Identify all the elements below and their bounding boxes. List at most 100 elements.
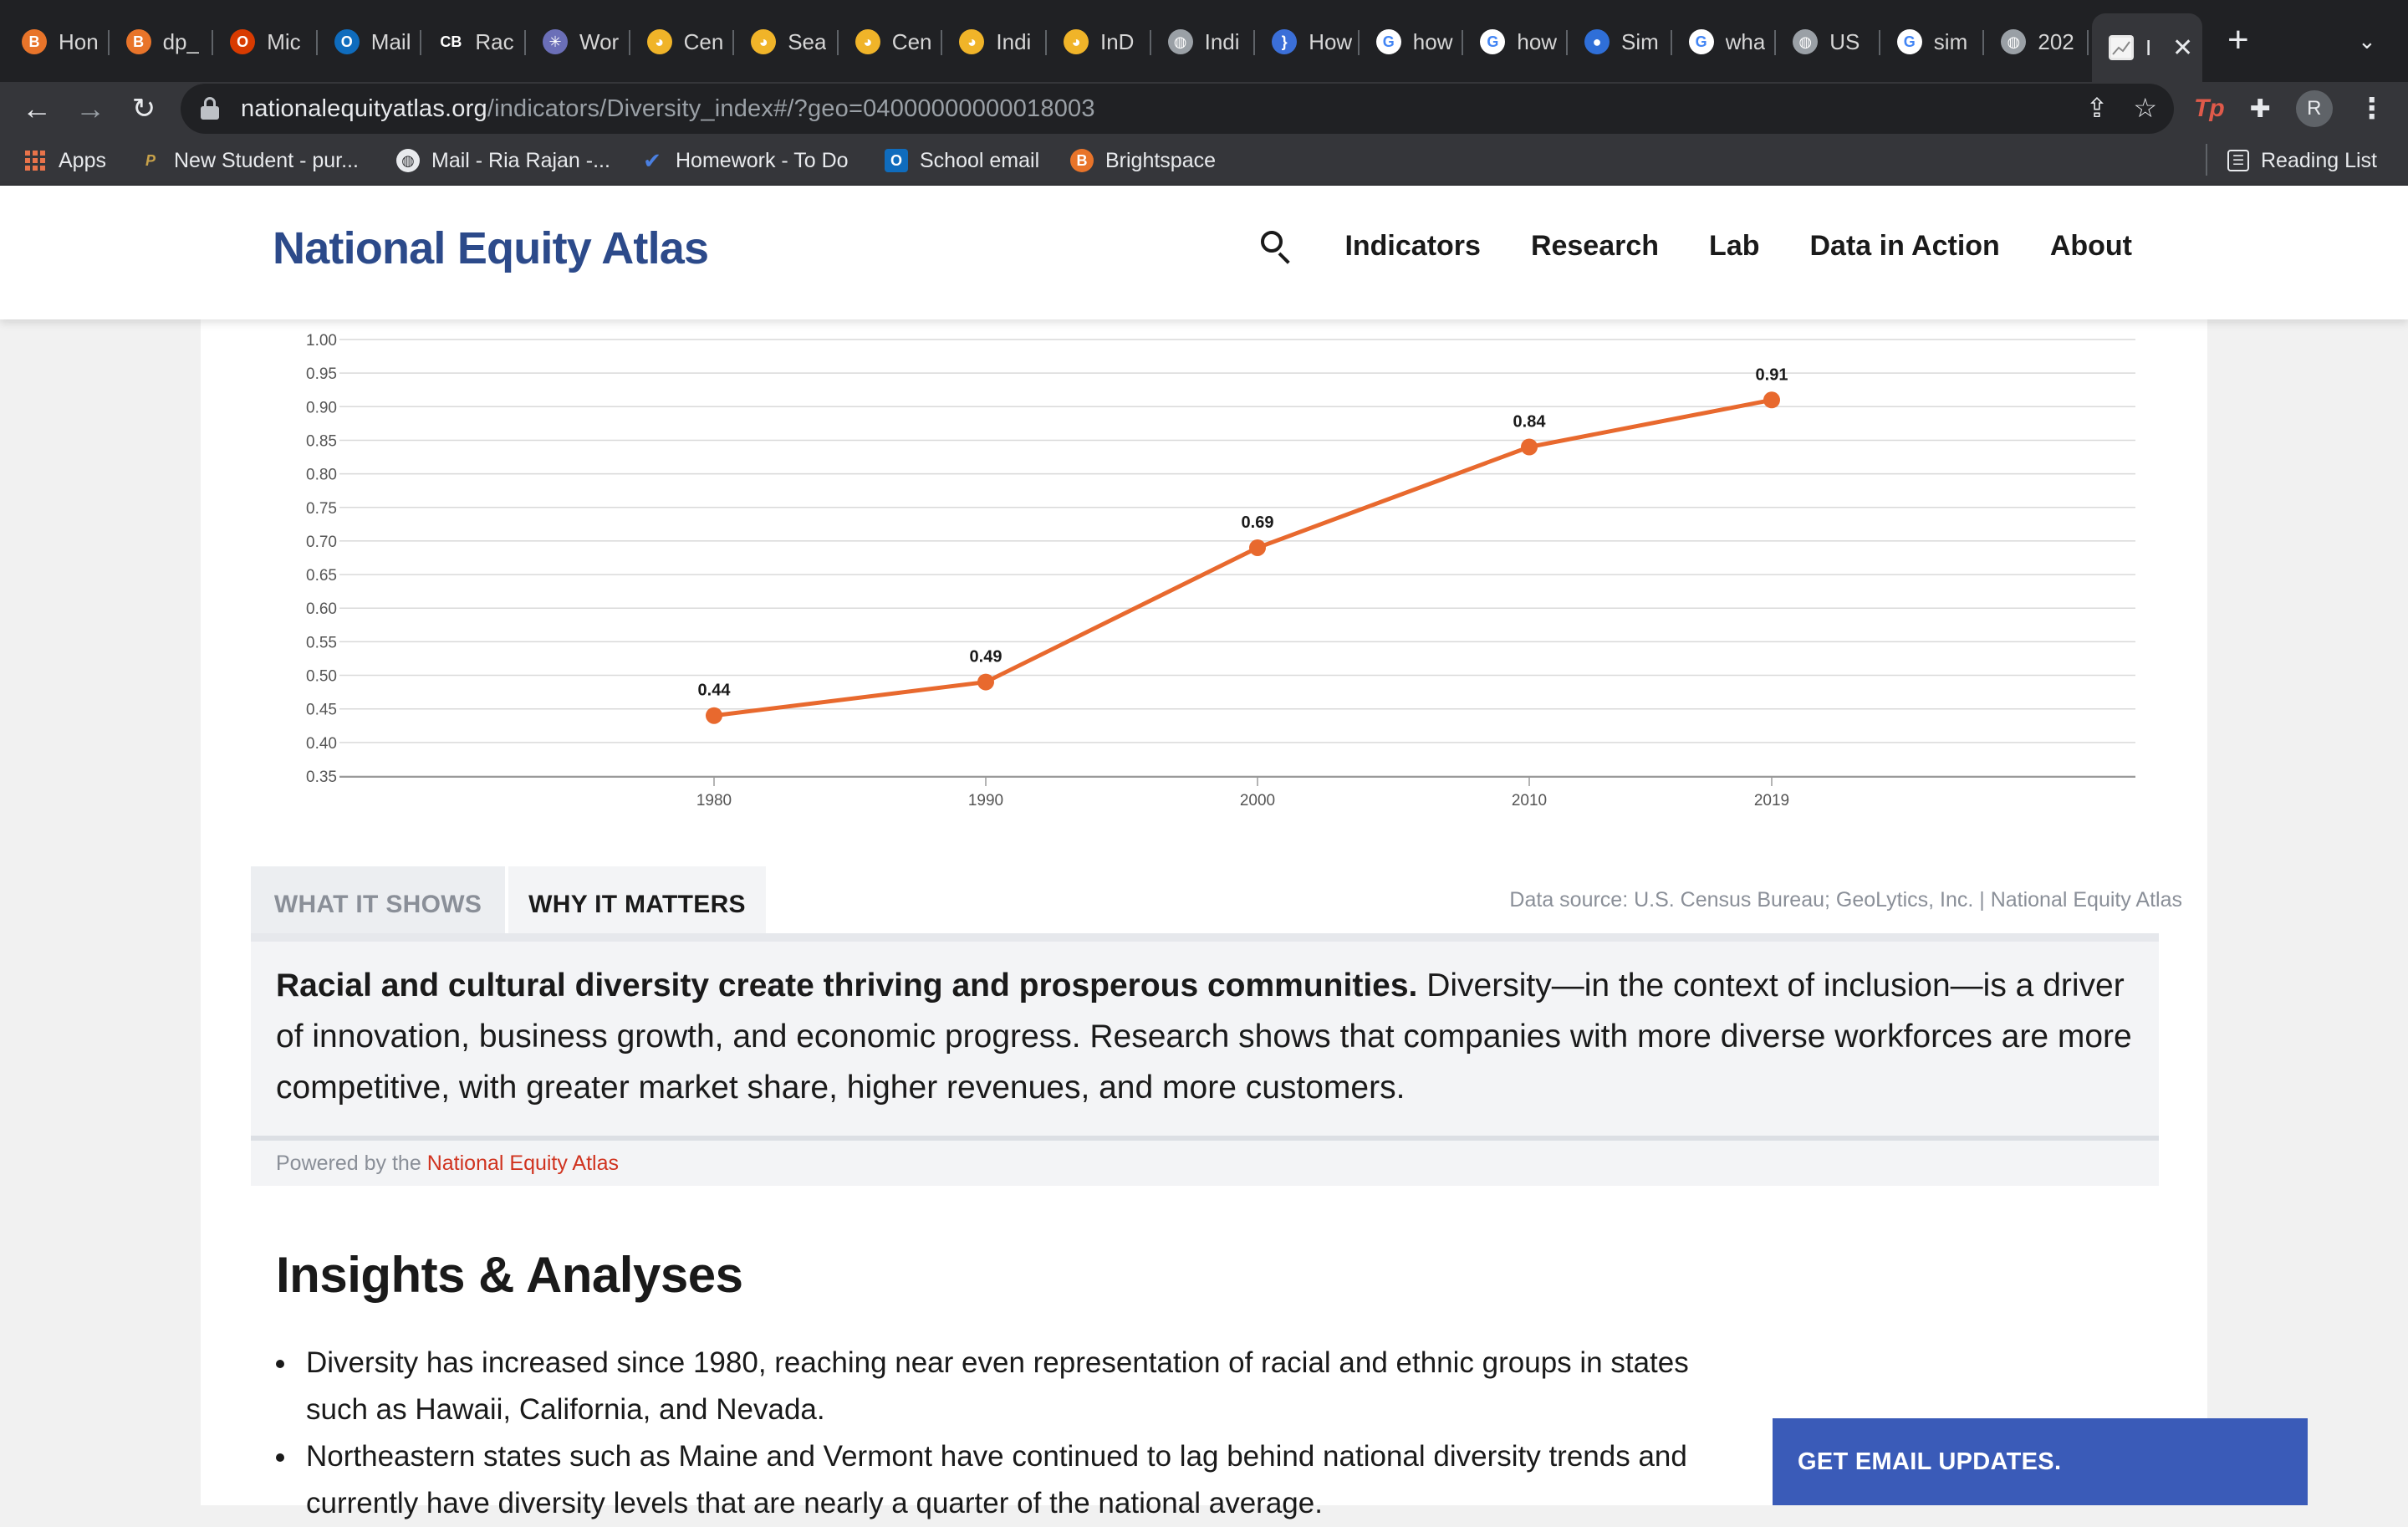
bookmarks-divider (2206, 144, 2207, 176)
google-icon: G (1480, 29, 1506, 54)
tab-what-it-shows[interactable]: WHAT IT SHOWS (251, 866, 505, 943)
active-tab[interactable]: I ✕ (2092, 13, 2202, 82)
close-tab-icon[interactable]: ✕ (2172, 33, 2193, 63)
browser-tab-title: US (1829, 28, 1860, 54)
browser-tab[interactable]: Ghow (1360, 17, 1464, 67)
back-arrow-icon[interactable]: ← (15, 87, 59, 130)
browser-tab[interactable]: CB Rac (421, 17, 526, 67)
bookmark-label: Apps (59, 148, 106, 172)
browser-tab[interactable]: Ghow (1463, 17, 1568, 67)
powered-by-link[interactable]: National Equity Atlas (427, 1152, 619, 1176)
office-icon: O (230, 29, 256, 54)
browser-tab[interactable]: O Mic (213, 17, 318, 67)
insight-item: Northeastern states such as Maine and Ve… (276, 1433, 1714, 1527)
browser-tab-title: how (1517, 28, 1558, 54)
tab-search-chevron-icon[interactable]: ⌄ (2358, 28, 2376, 54)
diversity-index-line-chart: 1.00 0.95 0.90 0.85 0.80 0.75 0.70 0.65 0.60 0.55… (306, 332, 2135, 809)
browser-tab[interactable]: B Hon (5, 17, 110, 67)
address-bar[interactable]: nationalequityatlas.org/indicators/Diver… (181, 84, 2174, 134)
browser-tab[interactable]: ◕ Indi (942, 17, 1047, 67)
browser-tab-title: InD (1100, 28, 1135, 54)
census-icon: ◕ (1064, 29, 1089, 54)
browser-tab-title: Sea (788, 28, 827, 54)
browser-tab[interactable]: Bdp_ (110, 17, 214, 67)
nav-about[interactable]: About (2050, 230, 2132, 263)
browser-tab[interactable]: ◕ Cen (839, 17, 943, 67)
outlook-icon: O (885, 149, 908, 172)
purdue-icon: P (145, 151, 156, 169)
search-icon[interactable] (1259, 229, 1293, 264)
reading-list-button[interactable]: ☰ Reading List (2227, 146, 2377, 176)
y-tick-label: 0.55 (306, 634, 337, 651)
chart-favicon-icon (2109, 35, 2134, 60)
nav-indicators[interactable]: Indicators (1344, 230, 1480, 263)
new-tab-button[interactable]: + (2227, 22, 2249, 59)
bookmark-item[interactable]: ◍ Mail - Ria Rajan -... (396, 146, 610, 176)
active-tab-title: I (2145, 34, 2152, 60)
bookmark-star-icon[interactable]: ☆ (2133, 92, 2157, 124)
extensions-puzzle-icon[interactable]: ✚ (2250, 94, 2271, 124)
nav-lab[interactable]: Lab (1709, 230, 1759, 263)
browser-tab[interactable]: Gwha (1672, 17, 1777, 67)
bookmark-item[interactable]: B Brightspace (1070, 146, 1216, 176)
insight-text: Diversity has increased since 1980, reac… (306, 1346, 1689, 1426)
why-it-matters-panel: Racial and cultural diversity create thr… (251, 942, 2159, 1136)
check-icon: ✔ (643, 147, 661, 173)
browser-tab[interactable]: ◕ Cen (630, 17, 735, 67)
browser-tab[interactable]: ◍ 202 (1984, 17, 2089, 67)
nav-research[interactable]: Research (1531, 230, 1659, 263)
browser-tab-title: Cen (891, 28, 932, 54)
browser-tab[interactable]: ◕ InD (1047, 17, 1151, 67)
tab-why-it-matters[interactable]: WHY IT MATTERS (508, 866, 766, 943)
apps-grid-icon (25, 151, 45, 171)
browser-chrome: B Hon Bdp_ O Mic O Mail CB Rac ✳ Wor ◕ Cen ◕ Sea ◕ Cen ◕ I… (0, 0, 2408, 186)
brightspace-icon: B (125, 29, 151, 54)
bookmark-item[interactable]: P New Student - pur... (139, 146, 359, 176)
browser-tab[interactable]: ✳ Wor (526, 17, 630, 67)
x-tick-label: 1990 (968, 792, 1003, 809)
globe-icon: ◍ (1793, 29, 1819, 54)
share-icon[interactable]: ⇪ (2086, 92, 2109, 124)
site-header: National Equity Atlas Indicators Researc… (0, 186, 2408, 319)
browser-tab[interactable]: ● Sim (1568, 17, 1672, 67)
browser-tab-title: Wor (579, 28, 620, 54)
browser-tab[interactable]: ◕ Sea (734, 17, 839, 67)
powered-by-prefix: Powered by the (276, 1151, 421, 1175)
browser-tab[interactable]: ◍ US (1776, 17, 1880, 67)
globe-icon: ◍ (396, 149, 420, 172)
url-text[interactable]: nationalequityatlas.org/indicators/Diver… (241, 95, 1095, 123)
lock-icon (201, 97, 219, 120)
forward-arrow-icon[interactable]: → (69, 87, 112, 130)
powered-by: Powered by the National Equity Atlas (251, 1141, 2159, 1186)
google-icon: G (1375, 29, 1401, 54)
sparkle-icon: ✳ (543, 29, 568, 54)
site-logo[interactable]: National Equity Atlas (273, 222, 709, 274)
browser-tab[interactable]: } How (1255, 17, 1360, 67)
census-icon: ◕ (959, 29, 985, 54)
reload-icon[interactable]: ↻ (122, 87, 166, 130)
get-email-updates-button[interactable]: GET EMAIL UPDATES. (1773, 1418, 2308, 1505)
browser-tab-title: dp_ (162, 28, 199, 54)
profile-avatar[interactable]: R (2295, 90, 2333, 127)
y-tick-label: 0.65 (306, 567, 337, 585)
browser-tab-title: Indi (996, 28, 1032, 54)
google-icon: G (1688, 29, 1714, 54)
data-point (1249, 539, 1266, 556)
data-label: 0.69 (1242, 513, 1274, 532)
bookmark-item[interactable]: Apps (25, 146, 106, 176)
data-point (977, 673, 994, 691)
browser-tab-title: How (1309, 28, 1353, 54)
y-tick-label: 0.45 (306, 702, 337, 719)
nav-data-in-action[interactable]: Data in Action (1810, 230, 2000, 263)
insights-heading: Insights & Analyses (276, 1247, 743, 1303)
browser-tab[interactable]: ◍ Indi (1151, 17, 1256, 67)
bookmark-item[interactable]: ✔ Homework - To Do (640, 146, 848, 176)
bookmark-item[interactable]: O School email (885, 146, 1039, 176)
data-label: 0.91 (1756, 365, 1788, 384)
y-tick-label: 1.00 (306, 332, 337, 350)
browser-tab[interactable]: O Mail (318, 17, 422, 67)
browser-menu-icon[interactable]: ⋮ (2358, 92, 2386, 125)
y-tick-label: 0.85 (306, 432, 337, 450)
browser-tab[interactable]: Gsim (1880, 17, 1985, 67)
extension-tp-icon[interactable]: Tp (2194, 94, 2225, 123)
